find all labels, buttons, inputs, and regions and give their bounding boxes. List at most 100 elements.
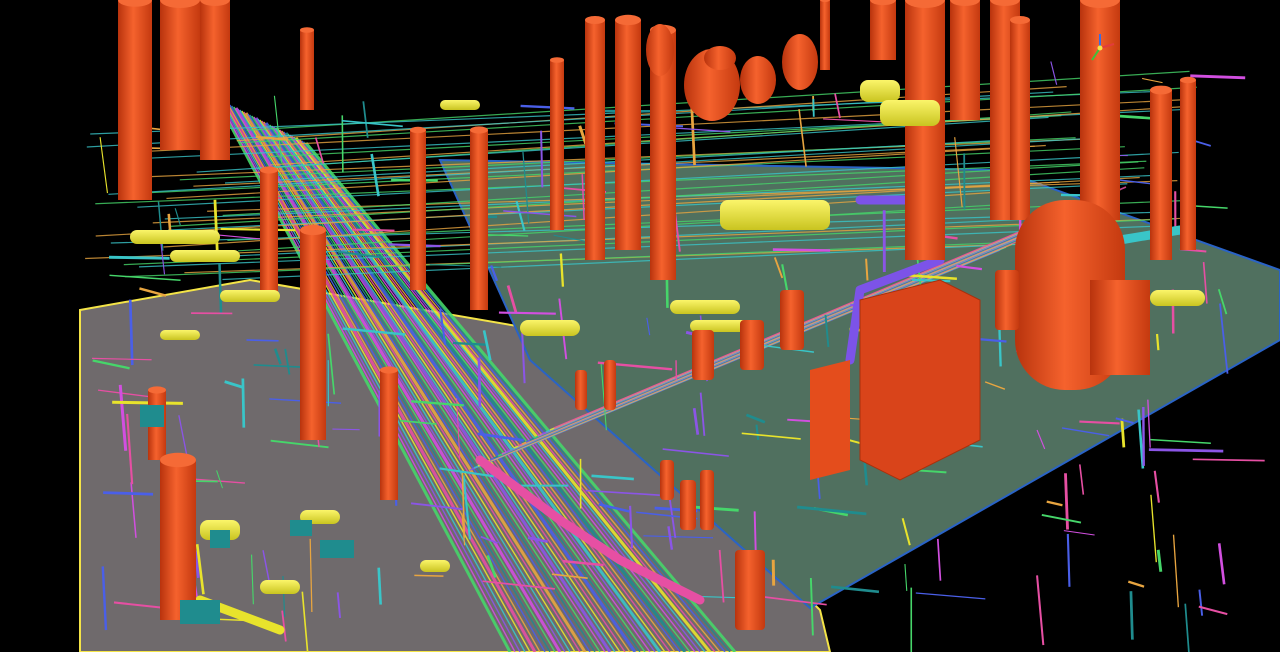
- furnace-box: [810, 360, 850, 480]
- horizontal-drum: [260, 580, 300, 594]
- pipe-segment: [174, 208, 181, 226]
- column-vessel: [905, 0, 945, 260]
- pipe-segment: [1041, 513, 1082, 524]
- pipe-segment: [112, 400, 183, 405]
- pump-skid: [290, 520, 312, 536]
- column-vessel: [300, 230, 326, 440]
- pipe-segment: [1150, 494, 1157, 563]
- pipe-segment: [241, 378, 246, 428]
- column-vessel: [410, 130, 426, 290]
- pipe-segment: [1194, 205, 1228, 209]
- column-vessel: [470, 130, 488, 310]
- column-head: [410, 126, 426, 134]
- pipe-segment: [109, 255, 170, 260]
- storage-tank: [740, 56, 776, 104]
- vessel-base: [1090, 280, 1150, 375]
- pipe-segment: [498, 311, 556, 315]
- small-vessel: [700, 470, 714, 530]
- column-vessel: [118, 0, 152, 200]
- pipe-segment: [351, 228, 395, 232]
- column-head: [1150, 85, 1172, 95]
- pipe-segment: [1046, 500, 1063, 507]
- pump-skid: [180, 600, 220, 624]
- pipe-segment: [1148, 448, 1224, 453]
- pipe-segment: [341, 115, 344, 173]
- pipe-segment: [865, 258, 869, 281]
- column-vessel: [1010, 20, 1030, 220]
- column-vessel: [585, 20, 605, 260]
- pipe-segment: [414, 574, 444, 577]
- pipe-segment: [477, 357, 482, 408]
- column-vessel: [200, 0, 230, 160]
- column-vessel: [1180, 80, 1196, 250]
- pipe-segment: [1079, 464, 1085, 495]
- column-vessel: [870, 0, 896, 60]
- pipe-segment: [1153, 470, 1160, 503]
- pipe-segment: [904, 564, 908, 591]
- pipe-segment: [332, 428, 360, 431]
- pipe-segment: [798, 109, 807, 167]
- plant-scene[interactable]: [0, 0, 1280, 652]
- horizontal-drum: [420, 560, 450, 572]
- pipe-segment: [103, 491, 154, 496]
- column-head: [585, 16, 605, 24]
- pipe-segment: [213, 199, 219, 259]
- horizontal-drum: [130, 230, 220, 244]
- column-vessel: [160, 0, 200, 150]
- horizontal-drum: [670, 300, 740, 314]
- storage-tank: [782, 34, 818, 90]
- small-vessel: [692, 330, 714, 380]
- storage-tank: [646, 24, 674, 76]
- pipe-segment: [218, 264, 223, 315]
- pipe-segment: [1184, 603, 1190, 652]
- pipe-segment: [220, 227, 296, 232]
- pipe-segment: [834, 93, 841, 119]
- pipe-segment: [1127, 580, 1145, 588]
- small-vessel: [780, 290, 804, 350]
- pipe-segment: [1064, 473, 1069, 530]
- horizontal-drum: [880, 100, 940, 126]
- pipe-segment: [139, 287, 167, 297]
- horizontal-drum: [170, 250, 240, 262]
- orientation-axes-icon[interactable]: [1082, 30, 1118, 66]
- column-vessel: [550, 60, 564, 230]
- storage-tank: [704, 46, 736, 70]
- pipe-segment: [246, 339, 279, 342]
- small-vessel: [575, 370, 587, 410]
- horizontal-drum: [720, 200, 830, 230]
- horizontal-drum: [220, 290, 280, 302]
- pipe-segment: [1066, 533, 1071, 587]
- small-vessel: [660, 460, 674, 500]
- column-vessel: [380, 370, 398, 500]
- column-head: [300, 27, 314, 33]
- pipe-segment: [1156, 549, 1163, 572]
- pipe-segment: [540, 130, 544, 188]
- pipe-segment: [936, 538, 942, 581]
- pump-skid: [210, 530, 230, 548]
- 3d-model-viewport[interactable]: [0, 0, 1280, 652]
- small-vessel: [735, 550, 765, 630]
- pump-skid: [320, 540, 354, 558]
- column-head: [300, 224, 326, 236]
- column-head: [615, 14, 641, 26]
- pipe-segment: [1050, 61, 1058, 85]
- column-vessel: [950, 0, 980, 120]
- horizontal-drum: [520, 320, 580, 336]
- column-head: [160, 452, 196, 468]
- pipe-segment: [772, 248, 831, 252]
- pipe-segment: [1036, 575, 1045, 646]
- small-vessel: [604, 360, 616, 410]
- pipe-segment: [1192, 458, 1265, 462]
- pipe-segment: [1172, 534, 1180, 608]
- column-vessel: [1150, 90, 1172, 260]
- column-vessel: [160, 460, 196, 620]
- pipe-segment: [915, 592, 986, 600]
- column-head: [148, 386, 166, 394]
- column-vessel: [615, 20, 641, 250]
- pipe-segment: [1155, 333, 1160, 351]
- small-vessel: [995, 270, 1019, 330]
- column-head: [260, 166, 278, 174]
- pipe-segment: [1198, 589, 1204, 616]
- column-head: [470, 126, 488, 134]
- horizontal-drum: [160, 330, 200, 340]
